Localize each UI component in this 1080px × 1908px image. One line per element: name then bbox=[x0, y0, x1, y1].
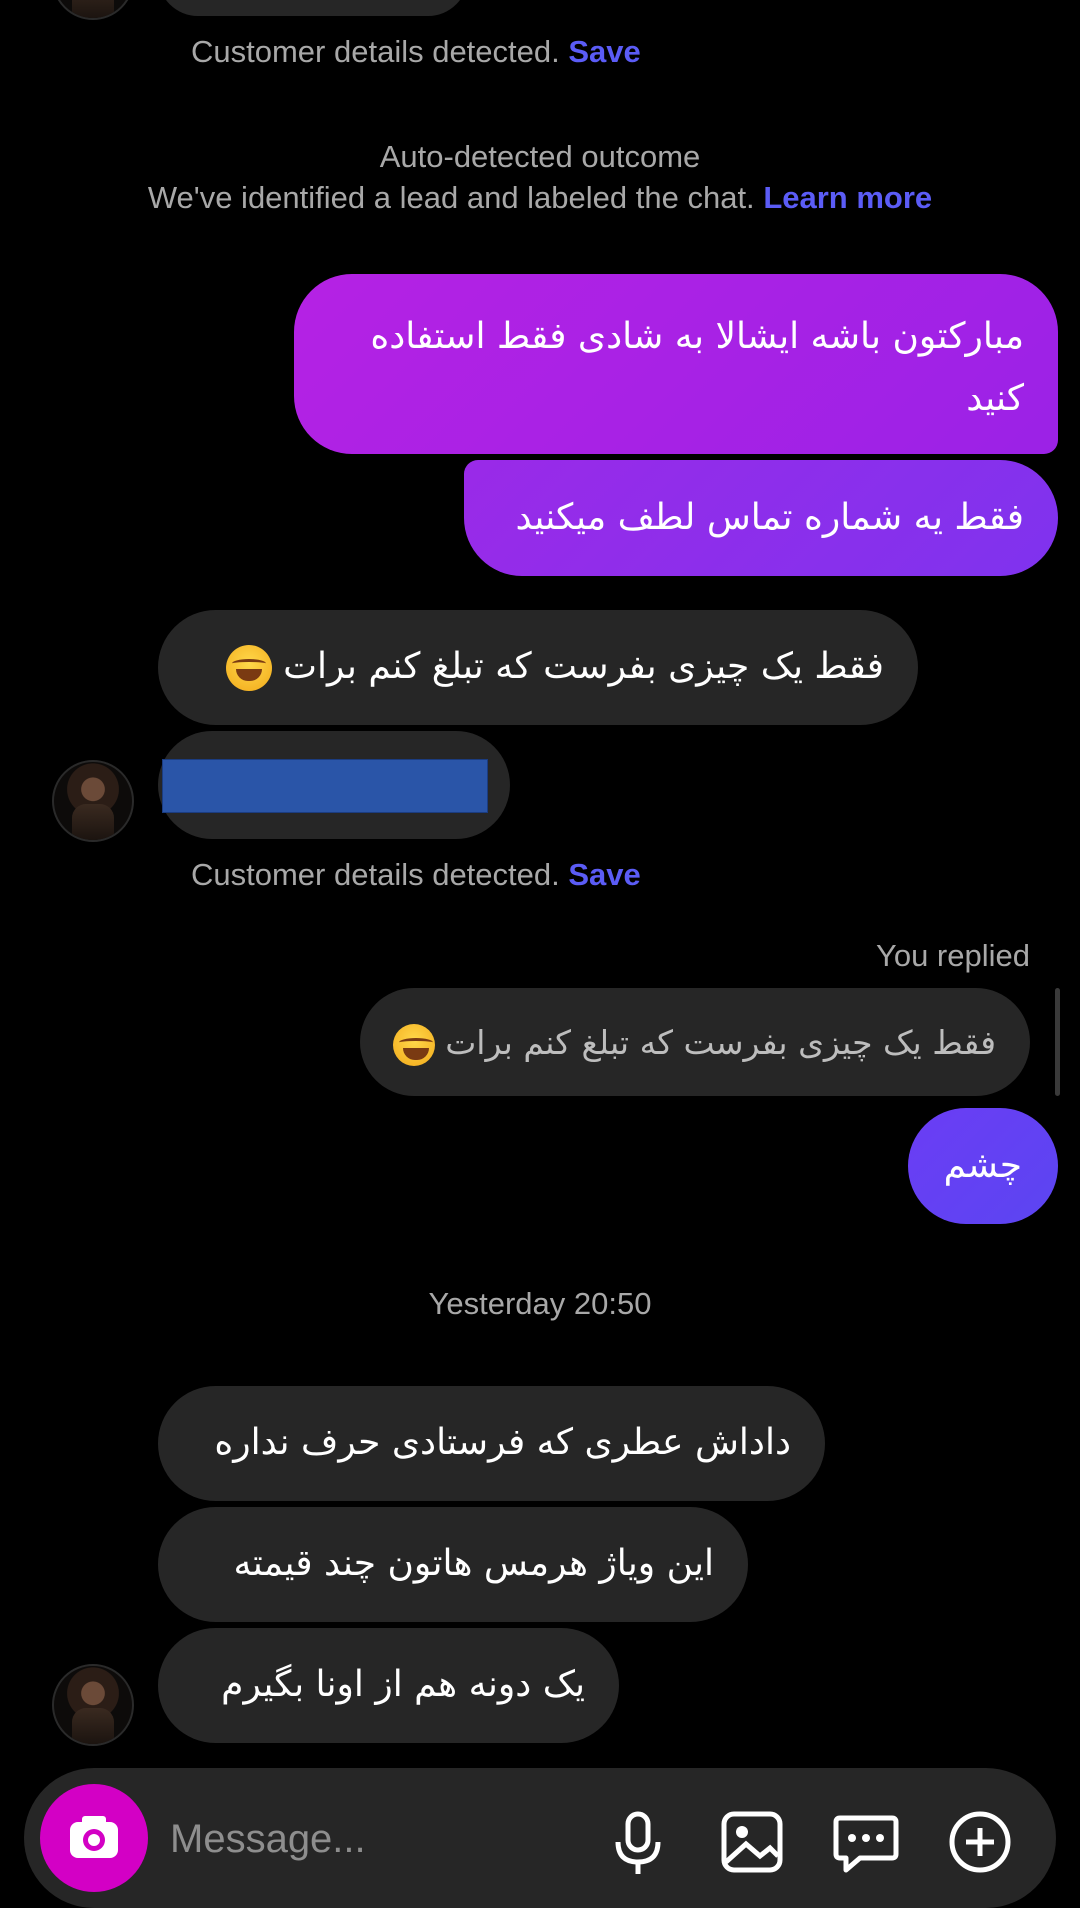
outgoing-message[interactable]: مبارکتون باشه ایشالا به شادی فقط استفاده… bbox=[294, 274, 1058, 454]
notice-text: Customer details detected. bbox=[191, 34, 560, 69]
sticker-chat-icon[interactable] bbox=[830, 1806, 902, 1878]
camera-button[interactable] bbox=[40, 1784, 148, 1892]
outcome-text: We've identified a lead and labeled the … bbox=[147, 180, 755, 215]
learn-more-link[interactable]: Learn more bbox=[763, 180, 932, 215]
microphone-icon[interactable] bbox=[602, 1806, 674, 1878]
outgoing-message[interactable]: چشم bbox=[908, 1108, 1058, 1224]
reply-bar bbox=[1055, 988, 1060, 1096]
notice-text: Customer details detected. bbox=[191, 857, 560, 892]
timestamp-text: Yesterday 20:50 bbox=[428, 1286, 652, 1321]
customer-details-notice: Customer details detected. Save bbox=[191, 857, 641, 893]
message-text: یک دونه هم از اونا بگیرم bbox=[221, 1664, 585, 1705]
quoted-text: فقط یک چیزی بفرست که تبلغ کنم برات bbox=[445, 1023, 996, 1062]
message-text: فقط یه شماره تماس لطف میکنید bbox=[515, 497, 1024, 538]
you-replied-label: You replied bbox=[876, 938, 1030, 974]
avatar[interactable] bbox=[52, 1664, 134, 1746]
camera-icon bbox=[70, 1816, 118, 1858]
laughing-tears-emoji-icon bbox=[225, 645, 272, 691]
save-link[interactable]: Save bbox=[568, 34, 640, 69]
incoming-message-redacted[interactable] bbox=[158, 731, 510, 839]
incoming-message[interactable]: فقط یک چیزی بفرست که تبلغ کنم برات bbox=[158, 610, 918, 725]
message-text: چشم bbox=[943, 1145, 1022, 1186]
plus-icon[interactable] bbox=[944, 1806, 1016, 1878]
auto-detected-outcome: Auto-detected outcome We've identified a… bbox=[0, 136, 1080, 218]
incoming-message[interactable]: یک دونه هم از اونا بگیرم bbox=[158, 1628, 619, 1743]
message-input[interactable] bbox=[168, 1806, 592, 1872]
message-text: داداش عطری که فرستادی حرف نداره bbox=[214, 1422, 791, 1463]
outcome-title: Auto-detected outcome bbox=[379, 139, 701, 174]
incoming-message[interactable]: این ویاژ هرمس هاتون چند قیمته bbox=[158, 1507, 748, 1622]
incoming-message[interactable]: داداش عطری که فرستادی حرف نداره bbox=[158, 1386, 825, 1501]
customer-details-notice: Customer details detected. Save bbox=[191, 34, 641, 70]
avatar[interactable] bbox=[52, 0, 134, 20]
outcome-body: We've identified a lead and labeled the … bbox=[0, 177, 1080, 218]
gallery-icon[interactable] bbox=[716, 1806, 788, 1878]
outgoing-message[interactable]: فقط یه شماره تماس لطف میکنید bbox=[464, 460, 1058, 576]
redacted-block bbox=[162, 759, 488, 813]
message-text: مبارکتون باشه ایشالا به شادی فقط استفاده… bbox=[370, 316, 1024, 419]
laughing-tears-emoji-icon bbox=[392, 1023, 435, 1066]
avatar[interactable] bbox=[52, 760, 134, 842]
timestamp: Yesterday 20:50 bbox=[0, 1286, 1080, 1322]
message-text: فقط یک چیزی بفرست که تبلغ کنم برات bbox=[283, 646, 884, 687]
partial-incoming-bubble bbox=[158, 0, 468, 16]
message-text: این ویاژ هرمس هاتون چند قیمته bbox=[233, 1543, 715, 1584]
quoted-reply[interactable]: فقط یک چیزی بفرست که تبلغ کنم برات bbox=[360, 988, 1030, 1096]
reply-label-text: You replied bbox=[876, 938, 1030, 973]
save-link[interactable]: Save bbox=[568, 857, 640, 892]
